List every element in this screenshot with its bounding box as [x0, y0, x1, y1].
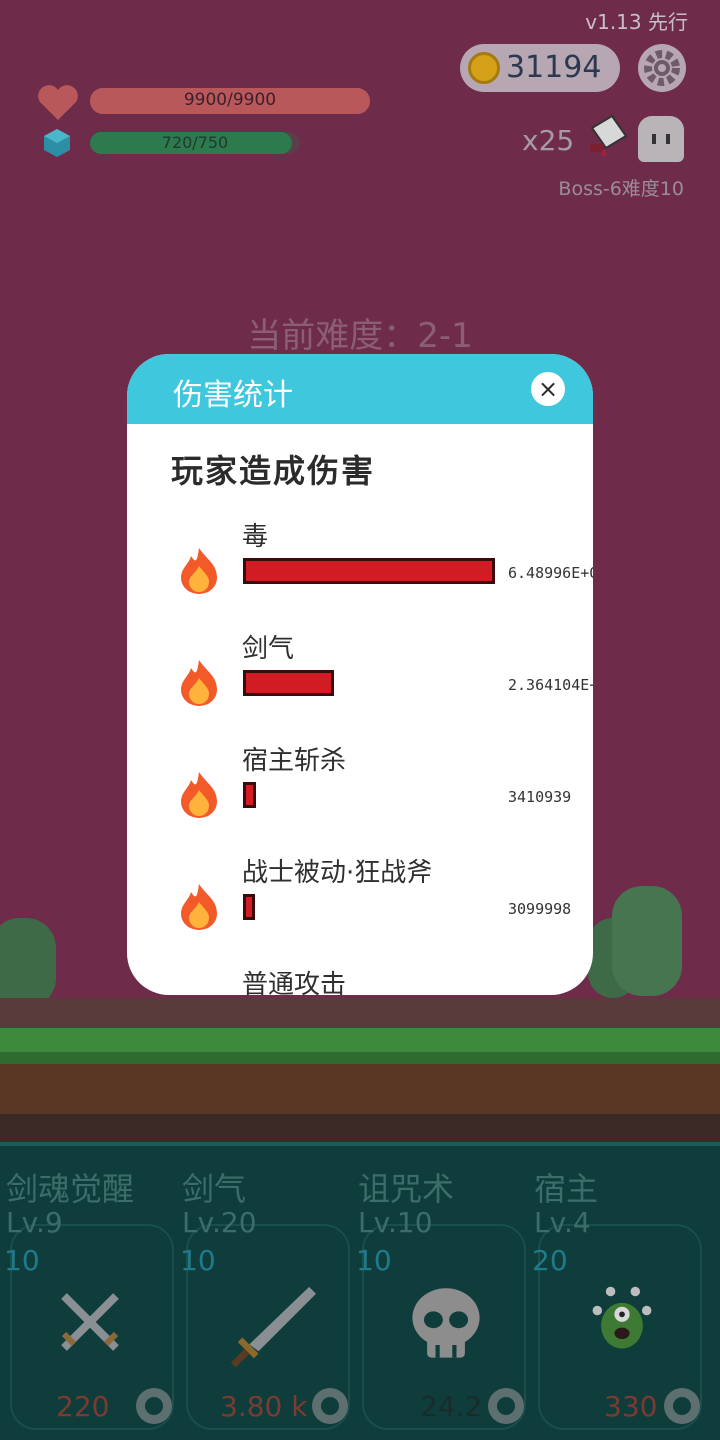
damage-value: 3099998: [508, 900, 572, 918]
skill-level: Lv.9: [6, 1206, 63, 1239]
damage-row: 毒 6.48996E+0: [127, 516, 593, 628]
section-title: 玩家造成伤害: [171, 452, 376, 490]
damage-source-name: 剑气: [242, 634, 295, 664]
fence: [0, 998, 720, 1028]
hp-bar: 9900/9900: [90, 88, 370, 114]
coin-value: 31194: [506, 50, 602, 85]
fire-icon: [181, 660, 217, 706]
skill-name: 宿主: [534, 1170, 599, 1208]
upgrade-price: 220: [56, 1390, 110, 1423]
skill-panel: 剑魂觉醒 Lv.9 10 220 剑气 Lv.20 10 3.80 k 诅咒术 …: [0, 1142, 720, 1440]
upgrade-price: 330: [604, 1390, 658, 1423]
upgrade-icon[interactable]: [488, 1388, 524, 1424]
skill-slot-2[interactable]: 剑气 Lv.20 10 3.80 k: [176, 1142, 352, 1440]
dirt-dark: [0, 1114, 720, 1144]
speed-multiplier[interactable]: x25: [522, 124, 574, 157]
damage-value: 6.48996E+0: [508, 564, 593, 582]
dialog-header: 伤害统计 ×: [127, 354, 593, 424]
close-button[interactable]: ×: [531, 372, 565, 406]
heart-icon: [38, 85, 78, 120]
fire-icon: [181, 548, 217, 594]
damage-row: 宿主斩杀 3410939: [127, 740, 593, 852]
current-difficulty: 当前难度：2-1: [247, 316, 473, 356]
skill-level: Lv.20: [182, 1206, 257, 1239]
version-label: v1.13 先行: [585, 10, 688, 34]
fire-icon: [181, 772, 217, 818]
skill-mana-cost: 10: [4, 1244, 40, 1277]
skill-name: 剑气: [182, 1170, 247, 1208]
damage-source-name: 战士被动·狂战斧: [242, 858, 433, 888]
skill-level: Lv.10: [358, 1206, 433, 1239]
skill-name: 剑魂觉醒: [6, 1170, 135, 1208]
cleaver-icon[interactable]: [586, 114, 632, 158]
boss-label: Boss-6难度10: [558, 178, 684, 200]
sword-icon: [230, 1286, 316, 1368]
tree: [612, 886, 682, 996]
skill-slot-1[interactable]: 剑魂觉醒 Lv.9 10 220: [0, 1142, 176, 1440]
skill-level: Lv.4: [534, 1206, 591, 1239]
dialog-title: 伤害统计: [173, 378, 293, 413]
damage-bar: [243, 894, 255, 920]
mp-text: 720/750: [161, 133, 229, 152]
damage-value: 2.364104E+: [508, 676, 593, 694]
skull-icon: [412, 1288, 480, 1358]
damage-row: 普通攻击: [127, 964, 593, 995]
damage-source-name: 毒: [242, 522, 269, 552]
upgrade-price: 24.2: [420, 1390, 483, 1423]
damage-source-name: 宿主斩杀: [242, 746, 347, 776]
skill-mana-cost: 10: [356, 1244, 392, 1277]
settings-button[interactable]: [638, 44, 686, 92]
damage-row: 战士被动·狂战斧 3099998: [127, 852, 593, 964]
damage-stats-dialog: 伤害统计 × 玩家造成伤害 毒 6.48996E+0 剑气 2.364104E+…: [127, 354, 593, 995]
monster-icon: [592, 1286, 652, 1349]
skill-slot-3[interactable]: 诅咒术 Lv.10 10 24.2: [352, 1142, 528, 1440]
skill-name: 诅咒术: [358, 1170, 455, 1208]
dirt: [0, 1064, 720, 1114]
skill-mana-cost: 20: [532, 1244, 568, 1277]
ghost-icon[interactable]: [638, 116, 684, 162]
hp-text: 9900/9900: [183, 90, 277, 110]
upgrade-icon[interactable]: [664, 1388, 700, 1424]
damage-bar: [243, 782, 256, 808]
damage-bar: [243, 670, 334, 696]
tree: [0, 918, 56, 1008]
upgrade-price: 3.80 k: [220, 1390, 308, 1423]
upgrade-icon[interactable]: [136, 1388, 172, 1424]
coin-icon: [468, 52, 500, 84]
skill-mana-cost: 10: [180, 1244, 216, 1277]
fire-icon: [181, 884, 217, 930]
coin-counter: 31194: [460, 44, 620, 92]
grass-edge: [0, 1052, 720, 1064]
mp-bar: 720/750: [90, 132, 300, 154]
damage-value: 3410939: [508, 788, 572, 806]
skill-slot-4[interactable]: 宿主 Lv.4 20 330: [528, 1142, 704, 1440]
close-icon: ×: [537, 375, 559, 403]
gear-icon: [644, 50, 680, 86]
mana-gem-icon: [44, 129, 70, 157]
upgrade-icon[interactable]: [312, 1388, 348, 1424]
crossed-swords-icon: [61, 1293, 119, 1351]
damage-row: 剑气 2.364104E+: [127, 628, 593, 740]
damage-bar: [243, 558, 495, 584]
damage-source-name: 普通攻击: [242, 970, 347, 995]
